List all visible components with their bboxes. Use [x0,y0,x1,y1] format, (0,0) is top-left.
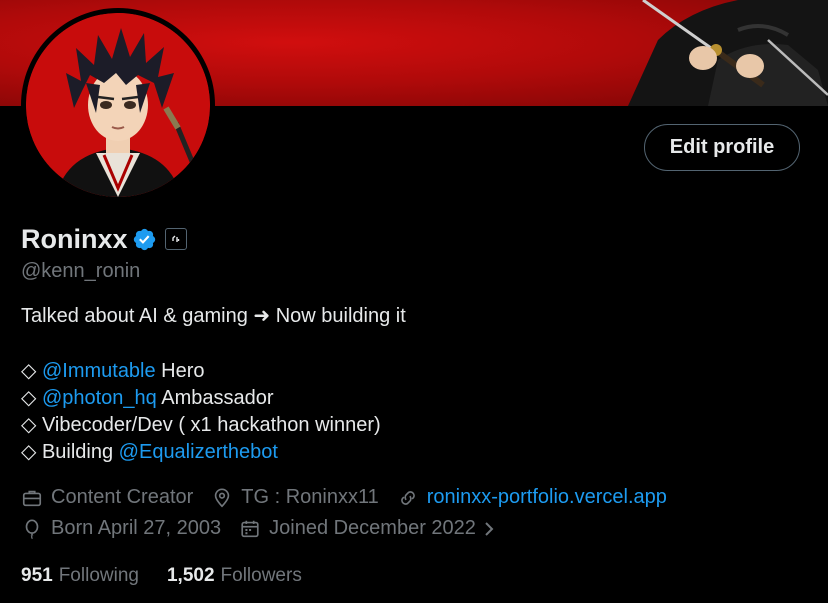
diamond-bullet-icon: ◇ [21,386,37,409]
birthday-text: Born April 27, 2003 [51,517,222,539]
user-handle: @kenn_ronin [21,260,141,282]
affiliate-logo-icon [171,235,179,242]
joined-text: Joined December 2022 [269,517,476,539]
bio-item: ◇ @photon_hq Ambassador [21,385,406,412]
location-item: TG : Roninxx11 [211,486,379,509]
followers-link[interactable]: 1,502 Followers [167,565,302,587]
following-label: Following [58,565,139,586]
verified-badge-icon[interactable] [132,227,157,252]
bio-spacer [21,330,406,357]
affiliate-badge-icon[interactable] [164,228,187,250]
bio-item-text: Vibecoder/Dev ( x1 hackathon winner) [41,414,381,437]
mention-link[interactable]: @Equalizerthebot [119,441,278,463]
briefcase-icon [22,490,42,506]
location-pin-icon [215,487,230,507]
calendar-icon [241,520,259,537]
profile-meta-row: Born April 27, 2003 Joined December 2022 [21,517,522,540]
balloon-icon [25,518,39,539]
profile-meta-row: Content Creator TG : Roninxx11 roninxx-p… [21,486,685,509]
chevron-right-icon[interactable] [482,519,496,539]
bio-item: ◇ Vibecoder/Dev ( x1 hackathon winner) [21,412,406,439]
mention-link[interactable]: @Immutable [42,360,156,382]
mention-link[interactable]: @photon_hq [42,387,157,409]
bio-item: ◇ Building @Equalizerthebot [21,439,406,466]
category-item: Content Creator [21,486,193,509]
follow-stats: 951 Following 1,502 Followers [21,565,330,587]
avatar-border[interactable] [21,8,215,202]
followers-count: 1,502 [166,565,215,586]
display-name: Roninxx [21,223,128,254]
bio-headline: Talked about AI & gaming ➜ Now building … [21,305,406,327]
link-icon [400,490,415,505]
diamond-bullet-icon: ◇ [21,441,37,464]
avatar[interactable] [26,13,210,197]
bio-item-text: Hero [155,359,205,382]
joined-item[interactable]: Joined December 2022 [239,517,504,540]
category-text: Content Creator [51,486,194,508]
avatar-image [26,13,210,197]
diamond-bullet-icon: ◇ [21,359,37,382]
location-text: TG : Roninxx11 [241,486,379,508]
name-row: Roninxx [21,222,187,256]
website-item[interactable]: roninxx-portfolio.vercel.app [397,486,667,509]
followers-label: Followers [220,565,302,586]
following-link[interactable]: 951 Following [21,565,139,587]
birthday-item: Born April 27, 2003 [21,517,221,540]
bio-item: ◇ @Immutable Hero [21,358,406,385]
bio-item-text: Ambassador [156,386,274,409]
bio: Talked about AI & gaming ➜ Now building … [21,303,406,467]
website-link[interactable]: roninxx-portfolio.vercel.app [427,486,667,509]
diamond-bullet-icon: ◇ [21,414,37,437]
bio-item-text: Building [41,441,119,464]
banner-samurai-art [628,0,828,106]
following-count: 951 [21,565,53,586]
edit-profile-button[interactable]: Edit profile [644,124,800,171]
